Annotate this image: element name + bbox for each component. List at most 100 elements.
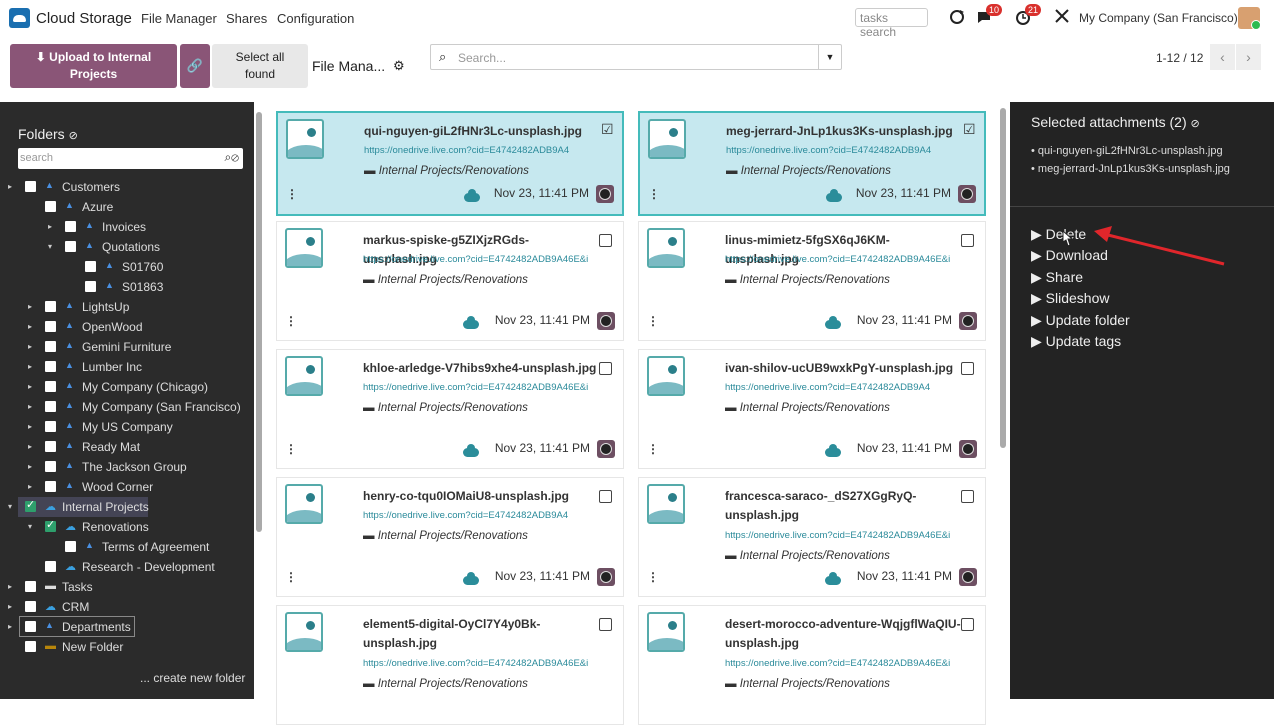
create-folder-link[interactable]: ... create new folder — [140, 671, 245, 685]
chevron-right-icon[interactable]: ▸ — [28, 382, 32, 391]
chevron-right-icon[interactable]: ▸ — [28, 302, 32, 311]
file-checkbox[interactable] — [599, 618, 612, 631]
chevron-right-icon[interactable]: ▸ — [48, 222, 52, 231]
folder-checkbox[interactable] — [45, 301, 56, 312]
chevron-down-icon[interactable]: ▼ — [818, 45, 841, 69]
image-thumbnail-icon[interactable] — [647, 484, 685, 524]
action-update-folder[interactable]: ▶ Update folder — [1031, 312, 1130, 329]
activity-clock-icon[interactable]: 21 — [1015, 4, 1042, 26]
file-checkbox[interactable] — [961, 234, 974, 247]
chevron-right-icon[interactable]: ▸ — [28, 402, 32, 411]
file-url[interactable]: https://onedrive.live.com?cid=E4742482AD… — [363, 382, 593, 393]
chevron-right-icon[interactable]: ▸ — [28, 362, 32, 371]
file-card[interactable]: desert-morocco-adventure-WqjgflWaQIU-uns… — [638, 605, 986, 725]
file-checkbox[interactable] — [599, 362, 612, 375]
folder-checkbox[interactable] — [25, 601, 36, 612]
chevron-down-icon[interactable]: ▾ — [48, 242, 52, 251]
folder-checkbox[interactable] — [45, 361, 56, 372]
file-card[interactable]: francesca-saraco-_dS27XGgRyQ-unsplash.jp… — [638, 477, 986, 597]
folder-checkbox[interactable] — [45, 401, 56, 412]
folder-checkbox[interactable] — [45, 561, 56, 572]
folder-checkbox[interactable] — [25, 621, 36, 632]
image-thumbnail-icon[interactable] — [286, 119, 324, 159]
file-url[interactable]: https://onedrive.live.com?cid=E4742482AD… — [725, 658, 955, 669]
file-card[interactable]: linus-mimietz-5fgSX6qJ6KM-unsplash.jpg ht… — [638, 221, 986, 341]
tasks-search-input[interactable]: tasks search — [855, 8, 928, 39]
chevron-right-icon[interactable]: ▸ — [28, 422, 32, 431]
chevron-down-icon[interactable]: ▾ — [28, 522, 32, 531]
folder-checkbox[interactable] — [85, 261, 96, 272]
kebab-menu-icon[interactable]: ⋮ — [286, 187, 298, 201]
file-url[interactable]: https://onedrive.live.com?cid=E4742482AD… — [725, 382, 955, 393]
file-card[interactable]: markus-spiske-g5ZIXjzRGds-unsplash.jpg ht… — [276, 221, 624, 341]
file-name[interactable]: henry-co-tqu0IOMaiU8-unsplash.jpg — [363, 487, 601, 506]
kebab-menu-icon[interactable]: ⋮ — [285, 570, 297, 584]
chevron-right-icon[interactable]: ▸ — [8, 182, 12, 191]
file-card[interactable]: khloe-arledge-V7hibs9xhe4-unsplash.jpg ht… — [276, 349, 624, 469]
folder-checkbox[interactable] — [45, 441, 56, 452]
action-delete[interactable]: ▶ Delete — [1031, 226, 1086, 243]
refresh-icon[interactable] — [948, 8, 966, 26]
file-name[interactable]: desert-morocco-adventure-WqjgflWaQIU-uns… — [725, 615, 963, 653]
chat-icon[interactable]: 10 — [976, 4, 1003, 26]
company-switcher[interactable]: My Company (San Francisco) — [1079, 11, 1238, 25]
pager-next-button[interactable]: › — [1236, 44, 1261, 70]
link-icon[interactable]: 🔗 — [180, 44, 210, 88]
kebab-menu-icon[interactable]: ⋮ — [647, 314, 659, 328]
action-share[interactable]: ▶ Share — [1031, 269, 1083, 286]
folder-checkbox[interactable] — [25, 641, 36, 652]
file-card[interactable]: ivan-shilov-ucUB9wxkPgY-unsplash.jpg http… — [638, 349, 986, 469]
file-checkbox[interactable] — [961, 618, 974, 631]
folder-checkbox[interactable] — [65, 221, 76, 232]
nav-configuration[interactable]: Configuration — [277, 11, 354, 26]
chevron-right-icon[interactable]: ▸ — [8, 602, 12, 611]
file-card[interactable]: element5-digital-OyCl7Y4y0Bk-unsplash.jp… — [276, 605, 624, 725]
kebab-menu-icon[interactable]: ⋮ — [648, 187, 660, 201]
image-thumbnail-icon[interactable] — [285, 356, 323, 396]
folder-checkbox[interactable] — [45, 421, 56, 432]
folder-search-input[interactable]: search ⌕⊘ — [18, 148, 243, 169]
folder-checkbox[interactable] — [45, 341, 56, 352]
file-checkbox[interactable] — [961, 362, 974, 375]
folder-checkbox[interactable] — [45, 321, 56, 332]
cloud-storage-logo-icon[interactable] — [9, 8, 30, 28]
file-checkbox[interactable] — [961, 490, 974, 503]
file-name[interactable]: element5-digital-OyCl7Y4y0Bk-unsplash.jp… — [363, 615, 601, 653]
file-checkbox[interactable] — [599, 234, 612, 247]
image-thumbnail-icon[interactable] — [647, 612, 685, 652]
search-clear-icons[interactable]: ⌕⊘ — [224, 150, 239, 165]
file-url[interactable]: https://onedrive.live.com?cid=E4742482AD… — [725, 254, 955, 265]
file-url[interactable]: https://onedrive.live.com?cid=E4742482AD… — [725, 530, 955, 541]
folder-checkbox[interactable] — [85, 281, 96, 292]
grid-scrollbar[interactable] — [1000, 108, 1006, 448]
file-card[interactable]: meg-jerrard-JnLp1kus3Ks-unsplash.jpg http… — [638, 111, 986, 216]
chevron-right-icon[interactable]: ▸ — [28, 462, 32, 471]
chevron-right-icon[interactable]: ▸ — [8, 622, 12, 631]
chevron-right-icon[interactable]: ▸ — [28, 342, 32, 351]
image-thumbnail-icon[interactable] — [648, 119, 686, 159]
chevron-right-icon[interactable]: ▸ — [28, 482, 32, 491]
file-checkbox[interactable]: ☑ — [601, 121, 614, 137]
file-url[interactable]: https://onedrive.live.com?cid=E4742482AD… — [363, 658, 593, 669]
upload-button[interactable]: ⬇ Upload to Internal Projects — [10, 44, 177, 88]
file-card[interactable]: qui-nguyen-giL2fHNr3Lc-unsplash.jpg https… — [276, 111, 624, 216]
folder-checkbox[interactable] — [45, 381, 56, 392]
folder-checkbox[interactable] — [25, 498, 36, 512]
gear-icon[interactable]: ⚙ — [393, 58, 405, 74]
folder-checkbox[interactable] — [25, 581, 36, 592]
folder-checkbox[interactable] — [25, 181, 36, 192]
folder-checkbox[interactable] — [45, 461, 56, 472]
tools-icon[interactable] — [1054, 8, 1072, 26]
action-update-tags[interactable]: ▶ Update tags — [1031, 333, 1121, 350]
file-url[interactable]: https://onedrive.live.com?cid=E4742482AD… — [726, 145, 956, 156]
file-name[interactable]: ivan-shilov-ucUB9wxkPgY-unsplash.jpg — [725, 359, 963, 378]
app-brand[interactable]: Cloud Storage — [36, 10, 132, 27]
file-card[interactable]: henry-co-tqu0IOMaiU8-unsplash.jpg https:/… — [276, 477, 624, 597]
kebab-menu-icon[interactable]: ⋮ — [647, 570, 659, 584]
image-thumbnail-icon[interactable] — [285, 612, 323, 652]
sidebar-scrollbar[interactable] — [256, 112, 262, 532]
image-thumbnail-icon[interactable] — [647, 228, 685, 268]
file-checkbox[interactable]: ☑ — [963, 121, 976, 137]
kebab-menu-icon[interactable]: ⋮ — [285, 442, 297, 456]
file-name[interactable]: meg-jerrard-JnLp1kus3Ks-unsplash.jpg — [726, 122, 964, 141]
